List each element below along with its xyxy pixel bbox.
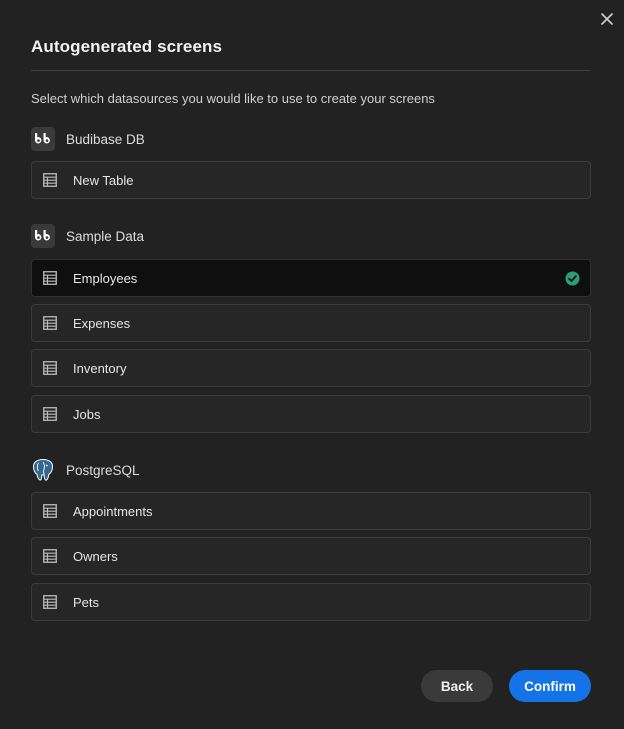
table-icon bbox=[43, 549, 57, 563]
table-row-inventory[interactable]: Inventory bbox=[31, 349, 591, 387]
table-label: Employees bbox=[73, 270, 138, 286]
datasource-name: Budibase DB bbox=[66, 131, 145, 147]
table-icon bbox=[43, 173, 57, 187]
datasource-header-sample-data: Sample Data bbox=[31, 224, 144, 248]
table-row-employees[interactable]: Employees bbox=[31, 259, 591, 297]
bb-logo-icon bbox=[31, 127, 55, 151]
close-button[interactable] bbox=[598, 10, 616, 28]
table-label: Pets bbox=[73, 594, 100, 610]
dialog-title: Autogenerated screens bbox=[31, 37, 223, 56]
table-row-new-table[interactable]: New Table bbox=[31, 161, 591, 199]
datasource-name: Sample Data bbox=[66, 228, 145, 244]
table-icon bbox=[43, 316, 57, 330]
table-row-owners[interactable]: Owners bbox=[31, 537, 591, 575]
table-icon bbox=[43, 504, 57, 518]
table-row-appointments[interactable]: Appointments bbox=[31, 492, 591, 530]
dialog-subtitle: Select which datasources you would like … bbox=[31, 91, 435, 106]
table-icon bbox=[43, 271, 57, 285]
table-row-expenses[interactable]: Expenses bbox=[31, 304, 591, 342]
table-row-jobs[interactable]: Jobs bbox=[31, 395, 591, 433]
table-icon bbox=[43, 361, 57, 375]
autogenerated-screens-dialog: Autogenerated screens Select which datas… bbox=[0, 0, 624, 729]
close-icon bbox=[601, 13, 613, 25]
table-icon bbox=[43, 595, 57, 609]
table-label: Jobs bbox=[73, 406, 101, 422]
table-label: Appointments bbox=[73, 503, 153, 519]
title-divider bbox=[31, 70, 590, 71]
table-row-pets[interactable]: Pets bbox=[31, 583, 591, 621]
postgresql-elephant-icon bbox=[31, 458, 55, 482]
table-label: Owners bbox=[73, 548, 118, 564]
table-label: Expenses bbox=[73, 315, 131, 331]
back-button[interactable]: Back bbox=[421, 670, 493, 702]
table-label: Inventory bbox=[73, 360, 127, 376]
confirm-button[interactable]: Confirm bbox=[509, 670, 591, 702]
datasource-header-postgresql: PostgreSQL bbox=[31, 458, 140, 482]
bb-logo-icon bbox=[31, 224, 55, 248]
checkmark-circle-icon bbox=[565, 271, 580, 286]
table-icon bbox=[43, 407, 57, 421]
datasource-header-budibase-db: Budibase DB bbox=[31, 127, 145, 151]
datasource-name: PostgreSQL bbox=[66, 462, 140, 478]
table-label: New Table bbox=[73, 172, 134, 188]
